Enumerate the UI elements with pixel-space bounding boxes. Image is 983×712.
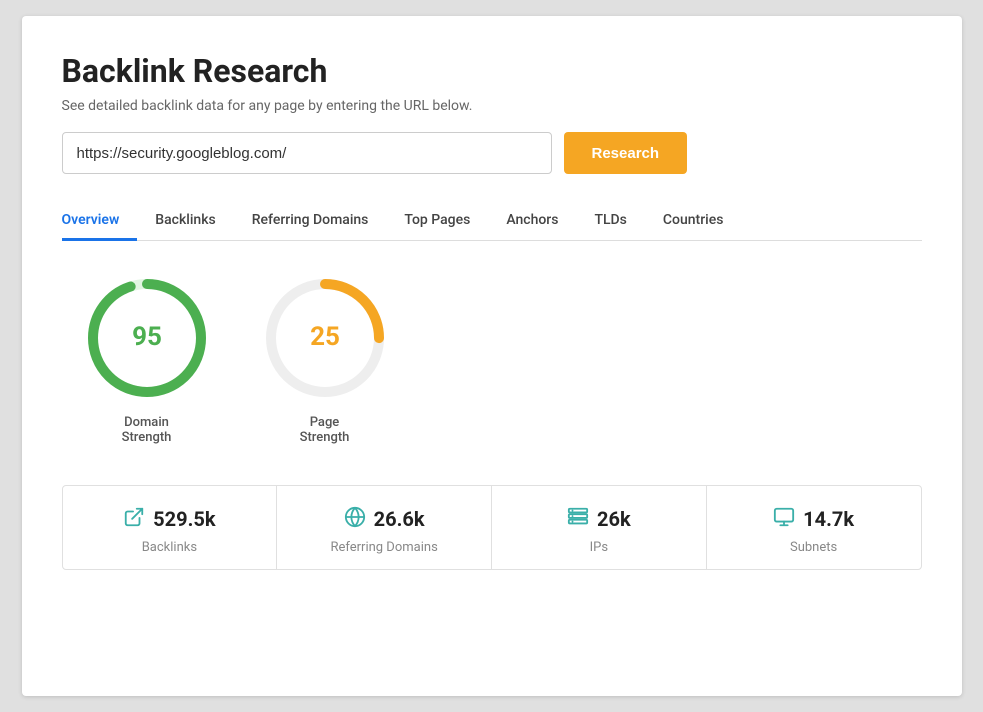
stat-label-referring-domains: Referring Domains xyxy=(330,540,437,555)
gauges-row: 95 DomainStrength 25 PageStrength xyxy=(62,273,922,445)
stat-ips: 26k IPs xyxy=(492,486,707,569)
stat-label-ips: IPs xyxy=(590,540,608,555)
gauge-value-domain-strength: 95 xyxy=(132,322,162,352)
gauge-label-page-strength: PageStrength xyxy=(300,415,350,445)
stat-value-subnets: 14.7k xyxy=(803,507,854,531)
tab-tlds[interactable]: TLDs xyxy=(576,202,644,241)
main-card: Backlink Research See detailed backlink … xyxy=(22,16,962,696)
stat-referring-domains: 26.6k Referring Domains xyxy=(277,486,492,569)
page-title: Backlink Research xyxy=(62,52,922,90)
stat-subnets: 14.7k Subnets xyxy=(707,486,921,569)
tab-countries[interactable]: Countries xyxy=(645,202,742,241)
gauge-svg-page-strength: 25 xyxy=(260,273,390,403)
stats-row: 529.5k Backlinks 26.6k Referring Domains… xyxy=(62,485,922,570)
stat-value-referring-domains: 26.6k xyxy=(374,507,425,531)
tab-anchors[interactable]: Anchors xyxy=(488,202,576,241)
tab-backlinks[interactable]: Backlinks xyxy=(137,202,233,241)
research-button[interactable]: Research xyxy=(564,132,688,174)
subnets-icon xyxy=(773,506,795,532)
stat-top-subnets: 14.7k xyxy=(773,506,854,532)
stat-top-referring-domains: 26.6k xyxy=(344,506,425,532)
tabs-bar: OverviewBacklinksReferring DomainsTop Pa… xyxy=(62,202,922,241)
url-input[interactable] xyxy=(62,132,552,174)
stat-value-ips: 26k xyxy=(597,507,631,531)
tab-top-pages[interactable]: Top Pages xyxy=(386,202,488,241)
stat-top-ips: 26k xyxy=(567,506,631,532)
stat-label-subnets: Subnets xyxy=(790,540,837,555)
backlinks-icon xyxy=(123,506,145,532)
tab-referring-domains[interactable]: Referring Domains xyxy=(234,202,387,241)
search-row: Research xyxy=(62,132,922,174)
stat-backlinks: 529.5k Backlinks xyxy=(63,486,278,569)
stat-top-backlinks: 529.5k xyxy=(123,506,215,532)
gauge-svg-domain-strength: 95 xyxy=(82,273,212,403)
stat-value-backlinks: 529.5k xyxy=(153,507,215,531)
gauge-page-strength: 25 PageStrength xyxy=(260,273,390,445)
subtitle: See detailed backlink data for any page … xyxy=(62,98,922,114)
tab-overview[interactable]: Overview xyxy=(62,202,138,241)
gauge-label-domain-strength: DomainStrength xyxy=(122,415,172,445)
ips-icon xyxy=(567,506,589,532)
globe-icon xyxy=(344,506,366,532)
gauge-domain-strength: 95 DomainStrength xyxy=(82,273,212,445)
gauge-value-page-strength: 25 xyxy=(310,322,340,352)
stat-label-backlinks: Backlinks xyxy=(142,540,197,555)
